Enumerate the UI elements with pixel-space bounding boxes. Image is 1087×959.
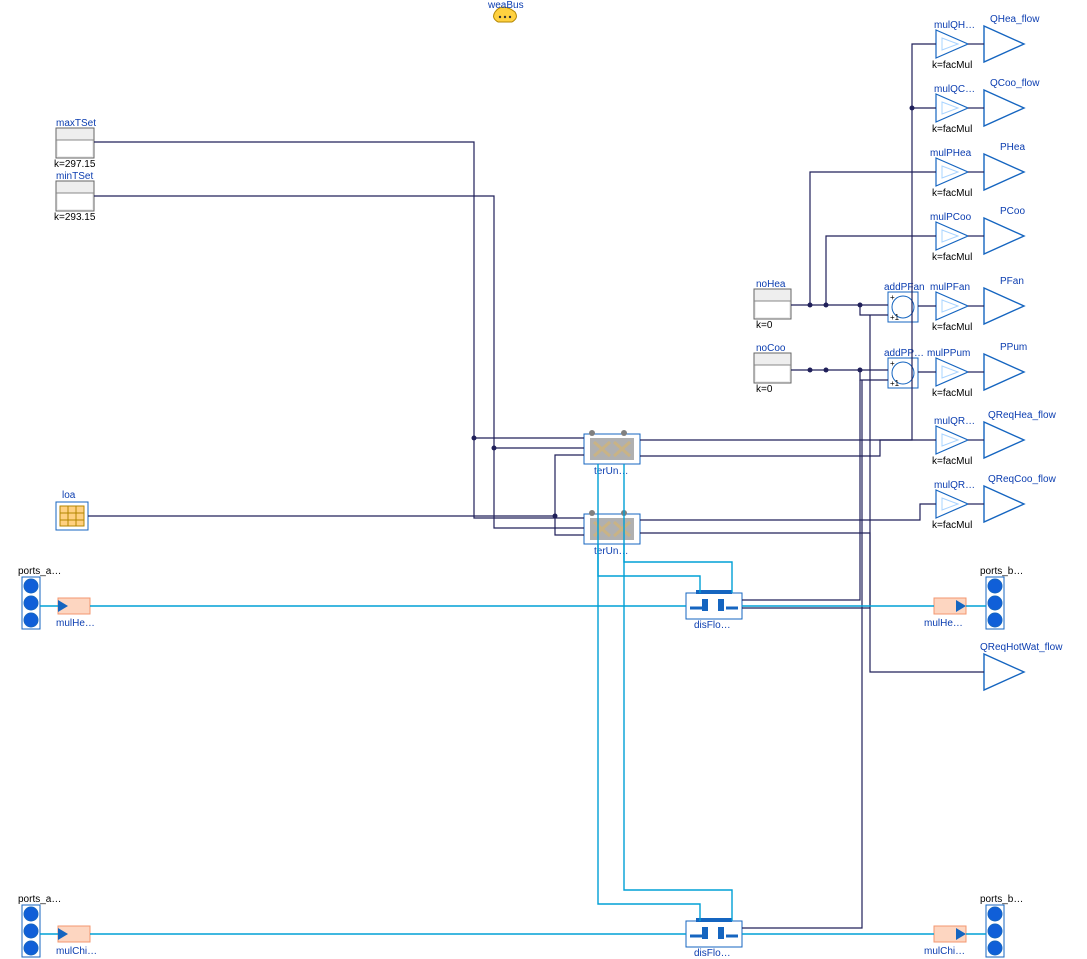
nocoo-label: noCoo — [756, 343, 786, 354]
mulchiwatin-label: mulChi… — [56, 946, 97, 957]
gain-qcoo-k: k=facMul — [932, 124, 972, 135]
out-ppum-label: PPum — [1000, 342, 1027, 353]
mulchiwatout-label: mulChi… — [924, 946, 965, 957]
gain-qhea-k: k=facMul — [932, 60, 972, 71]
diagram-canvas: weaBus maxTSet k=297.15 minTSet k=293.15… — [0, 0, 1087, 959]
out-qreqhotwat-label: QReqHotWat_flow — [980, 642, 1063, 653]
terun-hea[interactable] — [584, 430, 640, 464]
mintset-block[interactable] — [56, 181, 94, 211]
ports-a-chiwat[interactable] — [22, 905, 40, 957]
gain-qhea[interactable] — [936, 30, 968, 58]
mulheawatin[interactable] — [58, 598, 90, 614]
out-ppum[interactable] — [984, 354, 1024, 390]
gain-qrcoo-k: k=facMul — [932, 520, 972, 531]
out-phea-label: PHea — [1000, 142, 1025, 153]
mulchiwatin[interactable] — [58, 926, 90, 942]
out-pcoo[interactable] — [984, 218, 1024, 254]
mintset-label: minTSet — [56, 171, 93, 182]
gain-phea-label: mulPHea — [930, 148, 972, 159]
terun-coo-label: terUn… — [594, 546, 628, 557]
gain-pcoo[interactable] — [936, 222, 968, 250]
out-qreqhotwat[interactable] — [984, 654, 1024, 690]
out-qcoo-label: QCoo_flow — [990, 78, 1040, 89]
out-qrcoo[interactable] — [984, 486, 1024, 522]
svg-text:+1: +1 — [890, 313, 900, 322]
mulheawatout[interactable] — [934, 598, 966, 614]
gain-qcoo-label: mulQC… — [934, 84, 975, 95]
mintset-k: k=293.15 — [54, 212, 96, 223]
out-qhea[interactable] — [984, 26, 1024, 62]
out-phea[interactable] — [984, 154, 1024, 190]
gain-ppum-label: mulPPum — [927, 348, 970, 359]
nocoo-k: k=0 — [756, 384, 773, 395]
gain-ppum-k: k=facMul — [932, 388, 972, 399]
disflo-hea-label: disFlo… — [694, 620, 731, 631]
out-pcoo-label: PCoo — [1000, 206, 1025, 217]
loa-label: loa — [62, 490, 76, 501]
loa-block[interactable] — [56, 502, 88, 530]
nohea-label: noHea — [756, 279, 786, 290]
ports-b-heawat-label: ports_b… — [980, 566, 1023, 577]
gain-qrcoo-label: mulQR… — [934, 480, 975, 491]
out-qcoo[interactable] — [984, 90, 1024, 126]
gain-ppum[interactable] — [936, 358, 968, 386]
weabus-label: weaBus — [487, 0, 524, 11]
out-qrhea-label: QReqHea_flow — [988, 410, 1057, 421]
gain-phea-k: k=facMul — [932, 188, 972, 199]
gain-pfan-label: mulPFan — [930, 282, 970, 293]
mulheawatin-label: mulHe… — [56, 618, 95, 629]
ports-b-chiwat[interactable] — [986, 905, 1004, 957]
gain-phea[interactable] — [936, 158, 968, 186]
gain-qrhea-k: k=facMul — [932, 456, 972, 467]
out-pfan-label: PFan — [1000, 276, 1024, 287]
gain-qrhea[interactable] — [936, 426, 968, 454]
ports-a-chiwat-label: ports_a… — [18, 894, 61, 905]
out-qrcoo-label: QReqCoo_flow — [988, 474, 1057, 485]
gain-qcoo[interactable] — [936, 94, 968, 122]
out-pfan[interactable] — [984, 288, 1024, 324]
maxtset-k: k=297.15 — [54, 159, 96, 170]
mulchiwatout[interactable] — [934, 926, 966, 942]
addpp[interactable]: + +1 — [888, 358, 918, 388]
ports-b-chiwat-label: ports_b… — [980, 894, 1023, 905]
addpfan[interactable]: + +1 — [888, 292, 918, 322]
svg-text:+: + — [890, 359, 895, 368]
maxtset-label: maxTSet — [56, 118, 96, 129]
gain-pcoo-label: mulPCoo — [930, 212, 972, 223]
out-qhea-label: QHea_flow — [990, 14, 1040, 25]
disflo-hea[interactable] — [686, 590, 742, 619]
ports-a-heawat[interactable] — [22, 577, 40, 629]
addpp-label: addPP… — [884, 348, 924, 359]
ports-a-heawat-label: ports_a… — [18, 566, 61, 577]
gain-qhea-label: mulQH… — [934, 20, 975, 31]
gain-pfan-k: k=facMul — [932, 322, 972, 333]
gain-qrhea-label: mulQR… — [934, 416, 975, 427]
gain-pcoo-k: k=facMul — [932, 252, 972, 263]
nocoo-block[interactable] — [754, 353, 791, 383]
disflo-coo[interactable] — [686, 918, 742, 947]
terun-hea-label: terUn… — [594, 466, 628, 477]
mulheawatout-label: mulHe… — [924, 618, 963, 629]
nohea-block[interactable] — [754, 289, 791, 319]
gain-qrcoo[interactable] — [936, 490, 968, 518]
disflo-coo-label: disFlo… — [694, 948, 731, 959]
nohea-k: k=0 — [756, 320, 773, 331]
gain-pfan[interactable] — [936, 292, 968, 320]
svg-text:+: + — [890, 293, 895, 302]
svg-text:+1: +1 — [890, 379, 900, 388]
maxtset-block[interactable] — [56, 128, 94, 158]
out-qrhea[interactable] — [984, 422, 1024, 458]
terun-coo[interactable] — [584, 510, 640, 544]
addpfan-label: addPFan — [884, 282, 925, 293]
ports-b-heawat[interactable] — [986, 577, 1004, 629]
